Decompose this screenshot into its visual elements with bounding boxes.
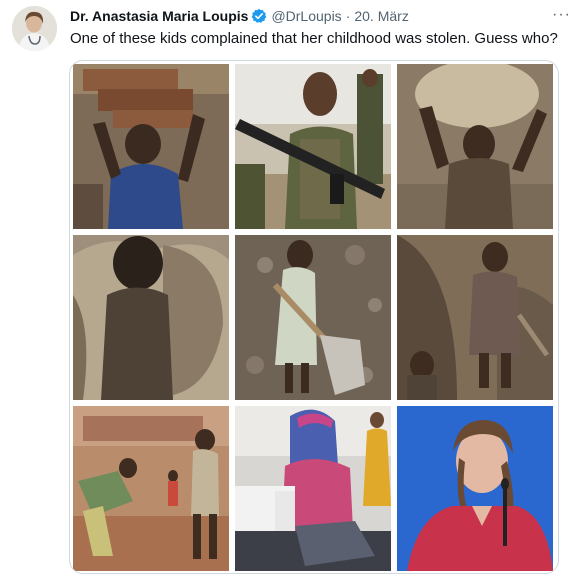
photo-grid (73, 64, 553, 571)
photo-child-carrying-bricks[interactable] (73, 64, 229, 229)
photo-girl-with-shovel[interactable] (235, 235, 391, 400)
photo-boy-in-mine[interactable] (397, 235, 553, 400)
photo-child-carrying-sack[interactable] (73, 235, 229, 400)
photo-children-brick-kiln[interactable] (73, 406, 229, 571)
photo-child-carrying-load-on-head[interactable] (397, 64, 553, 229)
author-name[interactable]: Dr. Anastasia Maria Loupis (70, 8, 248, 24)
author-handle[interactable]: @DrLoupis (271, 8, 341, 24)
tweet[interactable]: Dr. Anastasia Maria Loupis @DrLoupis · 2… (0, 0, 585, 582)
more-options-icon[interactable]: ··· (552, 6, 571, 24)
tweet-header: Dr. Anastasia Maria Loupis @DrLoupis · 2… (70, 6, 409, 26)
photo-girl-speaking[interactable] (397, 406, 553, 571)
tweet-text: One of these kids complained that her ch… (70, 30, 558, 47)
tweet-date[interactable]: 20. März (354, 8, 408, 24)
header-separator: · (345, 8, 351, 24)
tweet-media[interactable] (69, 60, 559, 574)
verified-badge-icon (251, 8, 267, 24)
photo-girl-at-sewing-machine[interactable] (235, 406, 391, 571)
photo-child-soldier-with-rifle[interactable] (235, 64, 391, 229)
author-avatar[interactable] (12, 6, 57, 51)
